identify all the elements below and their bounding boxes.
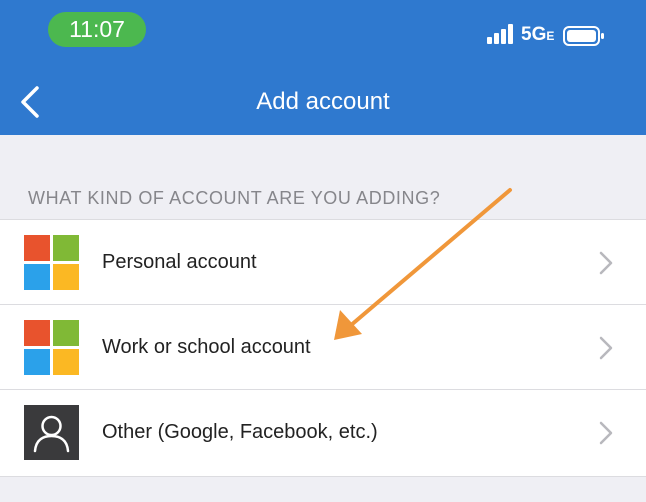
account-option-label: Work or school account bbox=[102, 336, 311, 358]
network-suffix: E bbox=[546, 29, 555, 43]
chevron-right-icon bbox=[599, 421, 613, 445]
network-indicator: 5GE bbox=[521, 24, 554, 46]
microsoft-logo-icon bbox=[24, 320, 79, 375]
other-account-row[interactable]: Other (Google, Facebook, etc.) bbox=[0, 390, 646, 475]
microsoft-logo-icon bbox=[24, 235, 79, 290]
network-type: 5G bbox=[521, 24, 547, 45]
status-time: 11:07 bbox=[48, 12, 146, 47]
section-heading: WHAT KIND OF ACCOUNT ARE YOU ADDING? bbox=[28, 188, 441, 208]
chevron-right-icon bbox=[599, 336, 613, 360]
work-school-account-row[interactable]: Work or school account bbox=[0, 305, 646, 390]
person-icon bbox=[24, 405, 79, 460]
personal-account-row[interactable]: Personal account bbox=[0, 220, 646, 305]
signal-strength-icon bbox=[487, 24, 513, 44]
account-type-list: Personal account Work or school account … bbox=[0, 219, 646, 477]
account-option-label: Other (Google, Facebook, etc.) bbox=[102, 421, 378, 443]
chevron-right-icon bbox=[599, 251, 613, 275]
account-option-label: Personal account bbox=[102, 251, 257, 273]
battery-icon bbox=[563, 26, 604, 46]
page-title: Add account bbox=[256, 88, 390, 115]
status-bar: 11:07 5GE bbox=[0, 0, 646, 62]
nav-header: 11:07 5GE Add account bbox=[0, 0, 646, 135]
